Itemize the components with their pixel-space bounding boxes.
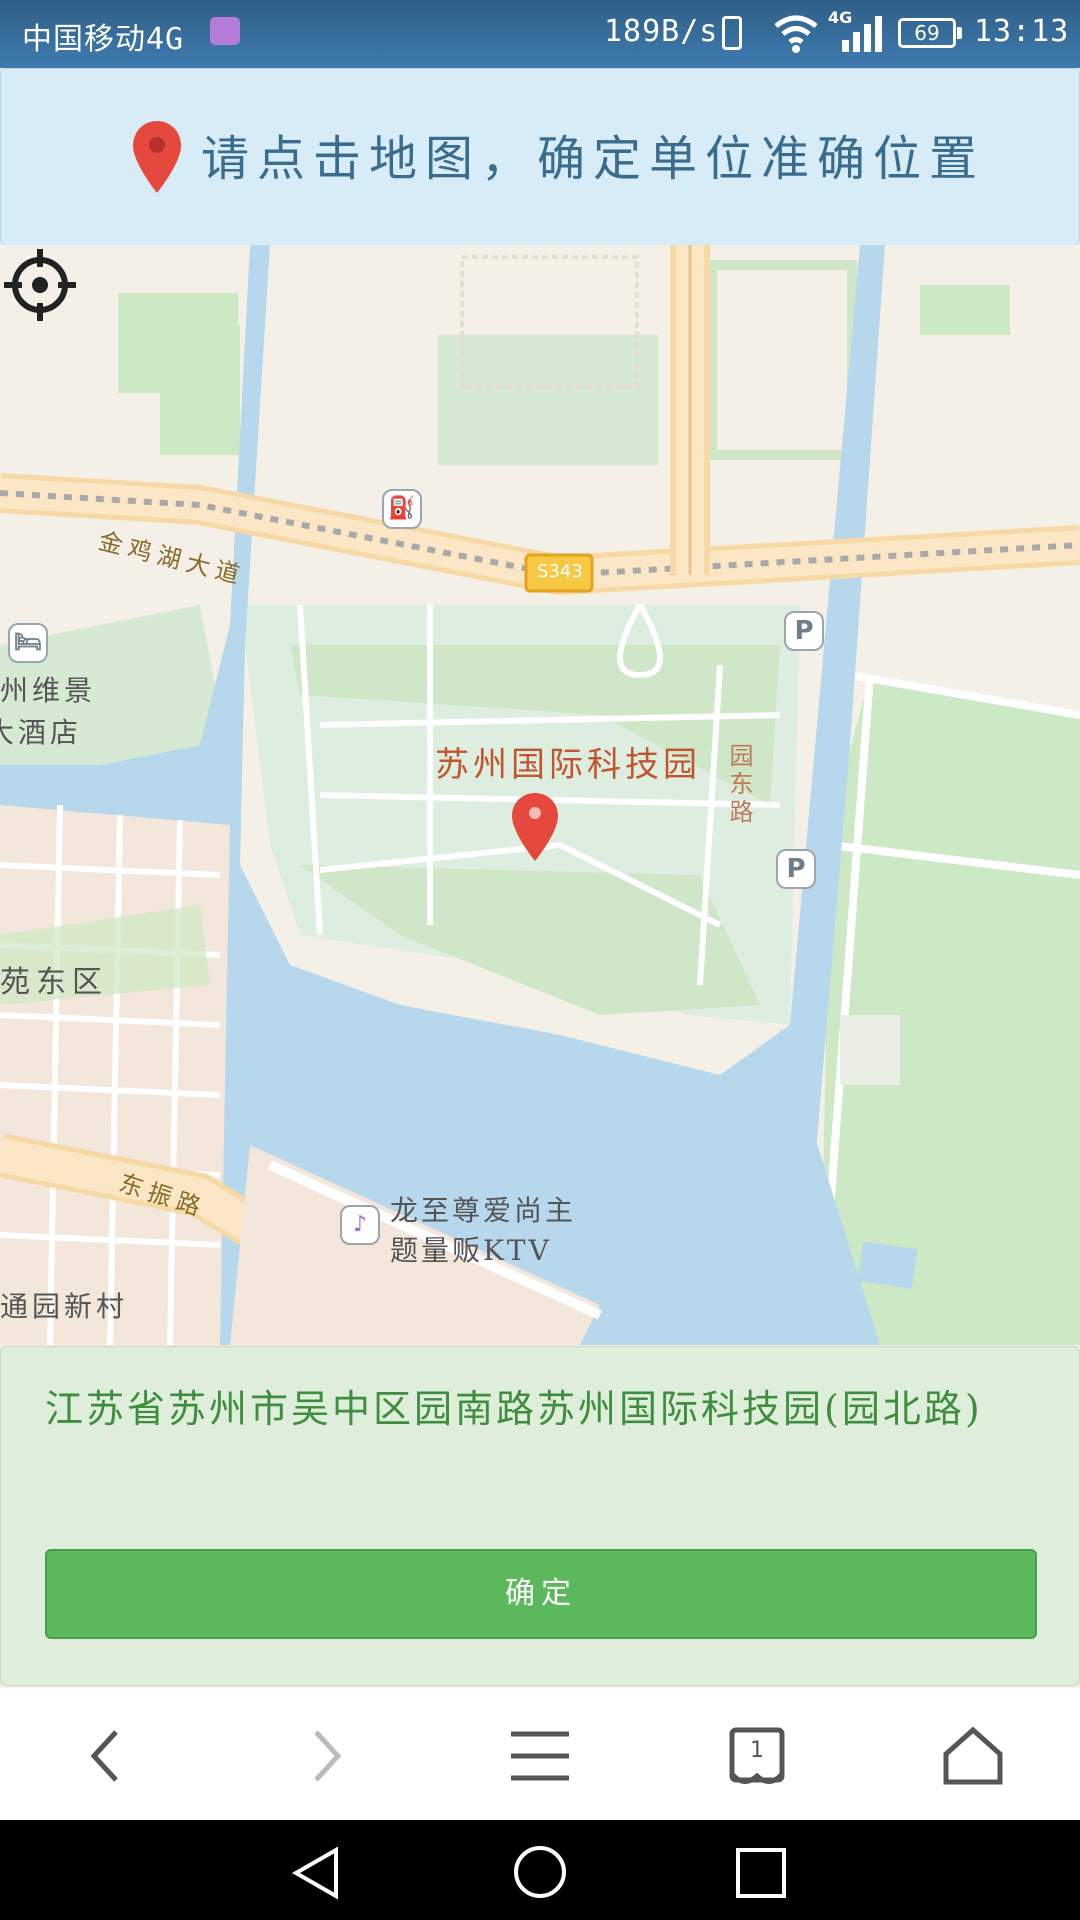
parking-icon: P: [776, 849, 816, 889]
hotel-label-line2: 大酒店: [0, 716, 83, 749]
menu-icon[interactable]: [505, 1726, 575, 1786]
forward-icon[interactable]: [290, 1726, 360, 1786]
address-panel: 江苏省苏州市吴中区园南路苏州国际科技园(园北路) 确定: [0, 1346, 1080, 1686]
instruction-banner: 请点击地图，确定单位准确位置: [0, 68, 1080, 246]
nav-recents-icon[interactable]: [734, 1846, 788, 1900]
tabs-icon[interactable]: 1: [722, 1726, 792, 1786]
image-notification-icon: [210, 17, 240, 45]
confirm-button[interactable]: 确定: [45, 1549, 1037, 1639]
wifi-icon: [774, 15, 818, 53]
road-label-yuandong: 园东路: [725, 743, 753, 827]
battery-icon: 69: [898, 18, 962, 48]
nav-home-icon[interactable]: [512, 1844, 568, 1900]
map-canvas[interactable]: S343 金鸡湖大道 ⛽ 🛏 州维景 大酒店 P P 苏州国际科技园 园东路 苑…: [0, 245, 1080, 1345]
vibrate-icon: [722, 16, 742, 50]
village-label: 通园新村: [0, 1290, 129, 1323]
hotel-icon: 🛏: [8, 623, 48, 663]
signal-icon: [842, 16, 882, 52]
address-text: 江苏省苏州市吴中区园南路苏州国际科技园(园北路): [45, 1387, 983, 1431]
system-nav-bar: [0, 1820, 1080, 1920]
parking-icon: P: [784, 611, 824, 651]
map-pin-icon: [133, 121, 181, 193]
status-bar: 中国移动4G 189B/s 4G 69 13:13: [0, 0, 1080, 68]
network-speed: 189B/s: [604, 14, 719, 49]
hotel-label-line1: 州维景: [0, 674, 97, 707]
ktv-icon: ♪: [340, 1205, 380, 1245]
park-label: 苏州国际科技园: [435, 745, 701, 785]
home-icon[interactable]: [938, 1726, 1008, 1786]
tab-count: 1: [750, 1738, 764, 1763]
ktv-label-line1: 龙至尊爱尚主: [390, 1194, 577, 1227]
instruction-text: 请点击地图，确定单位准确位置: [201, 131, 986, 187]
highway-badge-label: S343: [537, 561, 583, 582]
back-icon[interactable]: [72, 1726, 142, 1786]
district-label: 苑东区: [0, 965, 108, 1000]
nav-back-icon[interactable]: [290, 1846, 344, 1900]
carrier-label: 中国移动4G: [22, 22, 185, 57]
locate-icon[interactable]: [0, 245, 80, 325]
clock: 13:13: [974, 14, 1070, 49]
browser-toolbar: 1: [0, 1688, 1080, 1820]
gas-station-icon: ⛽: [382, 489, 422, 529]
ktv-label-line2: 题量贩KTV: [390, 1234, 552, 1267]
